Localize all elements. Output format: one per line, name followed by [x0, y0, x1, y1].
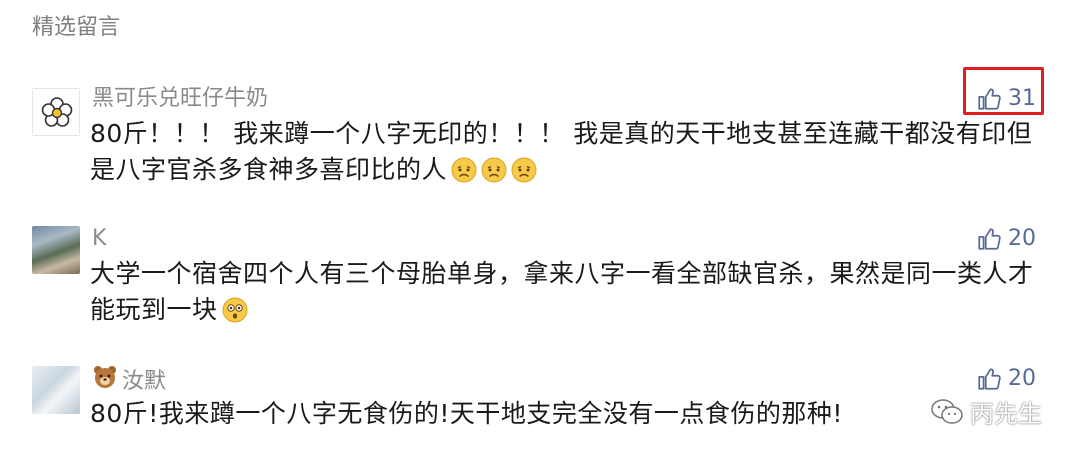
comment-content: 80斤!我来蹲一个八字无食伤的!天干地支完全没有一点食伤的那种! — [90, 399, 843, 428]
comment-nickname: 黑可乐兑旺仔牛奶 — [92, 86, 269, 111]
sad-face-emoji — [447, 155, 477, 184]
comment-content: 80斤！！！ 我来蹲一个八字无印的！！！ 我是真的天干地支甚至连藏干都没有印但是… — [90, 119, 1033, 184]
comment-content: 大学一个宿舍四个人有三个母胎单身，拿来八字一看全部缺官杀，果然是同一类人才能玩到… — [90, 259, 1034, 324]
bear-emoji — [92, 364, 118, 399]
flower-avatar-icon — [41, 97, 73, 127]
like-count: 20 — [1008, 226, 1036, 251]
thumbs-up-icon — [978, 368, 1001, 390]
sad-face-emoji — [507, 155, 537, 184]
like-button[interactable]: 20 — [976, 224, 1036, 254]
like-button[interactable]: 20 — [976, 364, 1036, 394]
avatar[interactable] — [32, 88, 80, 136]
wechat-icon — [931, 398, 963, 424]
avatar[interactable] — [32, 226, 80, 274]
avatar[interactable] — [32, 366, 80, 414]
comment-nickname: K — [92, 226, 107, 251]
shocked-face-emoji — [218, 295, 248, 324]
comment-nickname: 汝默 — [92, 364, 166, 399]
watermark: 丙先生 — [930, 394, 1042, 429]
thumbs-up-icon — [978, 228, 1001, 250]
watermark-text: 丙先生 — [970, 400, 1042, 428]
like-count: 20 — [1008, 366, 1036, 391]
sad-face-emoji — [477, 155, 507, 184]
section-title: 精选留言 — [32, 15, 121, 40]
highlight-box — [963, 67, 1044, 115]
